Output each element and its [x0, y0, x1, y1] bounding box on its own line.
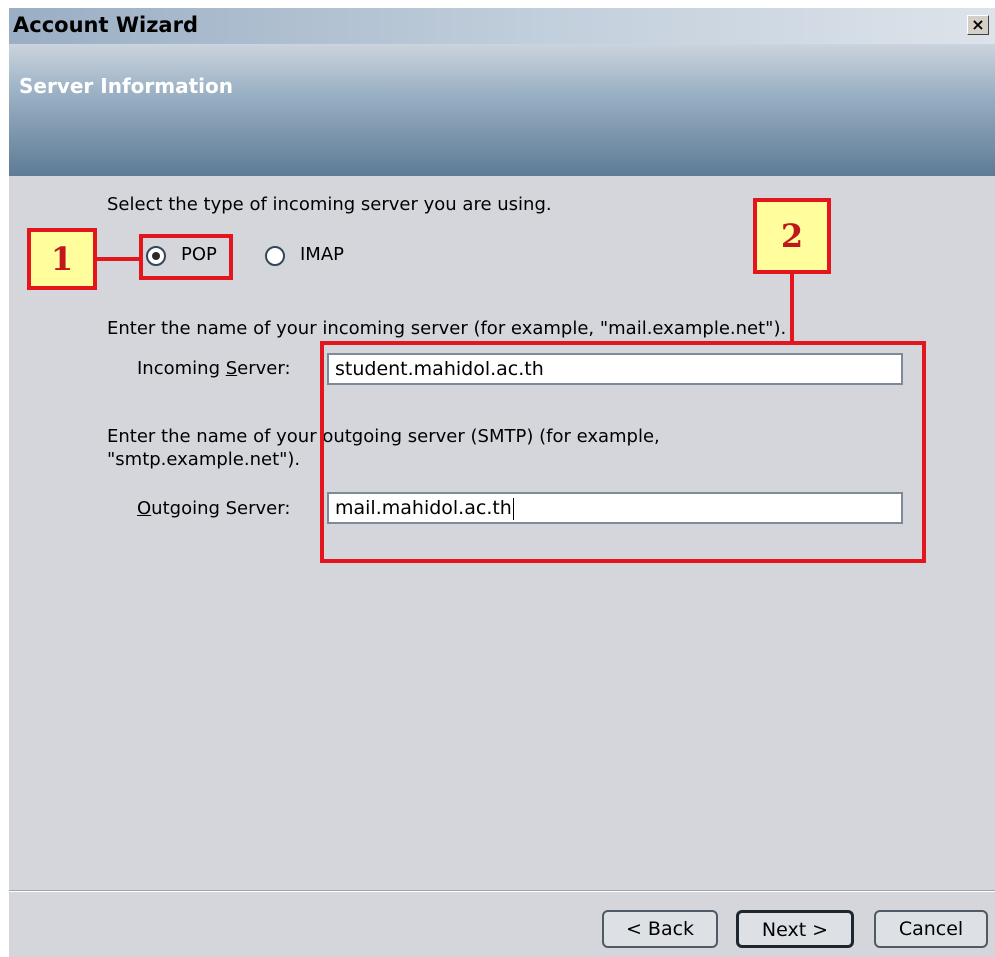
page-title: Server Information — [19, 74, 233, 98]
next-button[interactable]: Next > — [736, 910, 854, 948]
title-bar: Account Wizard × — [9, 8, 995, 44]
incoming-label-accesskey: S — [225, 358, 238, 379]
close-icon[interactable]: × — [971, 15, 984, 34]
imap-radio[interactable] — [265, 246, 285, 266]
incoming-server-label: Incoming Server: — [137, 358, 291, 379]
window-title: Account Wizard — [13, 13, 198, 37]
incoming-server-instruction: Enter the name of your incoming server (… — [107, 318, 787, 339]
account-wizard-dialog: Account Wizard × Server Information Sele… — [9, 8, 995, 957]
annotation-box-servers — [320, 341, 926, 563]
imap-radio-label[interactable]: IMAP — [300, 244, 344, 265]
incoming-label-suffix: erver: — [237, 358, 291, 379]
outgoing-label-suffix: utgoing Server: — [151, 498, 291, 519]
incoming-label-prefix: Incoming — [137, 358, 226, 379]
annotation-connector-1 — [97, 257, 141, 261]
annotation-badge-1: 1 — [27, 228, 97, 290]
annotation-connector-2 — [790, 274, 794, 345]
outgoing-server-instruction-line2: "smtp.example.net"). — [107, 449, 301, 470]
outgoing-label-accesskey: O — [137, 498, 152, 519]
close-button[interactable]: × — [967, 15, 989, 35]
server-type-prompt: Select the type of incoming server you a… — [107, 194, 552, 215]
annotation-box-pop — [139, 234, 233, 280]
cancel-button[interactable]: Cancel — [874, 910, 988, 948]
outgoing-server-label: Outgoing Server: — [137, 498, 290, 519]
back-button[interactable]: < Back — [602, 910, 718, 948]
wizard-header: Server Information — [9, 44, 995, 176]
footer-separator-highlight — [9, 891, 995, 892]
annotation-badge-2: 2 — [753, 198, 831, 274]
